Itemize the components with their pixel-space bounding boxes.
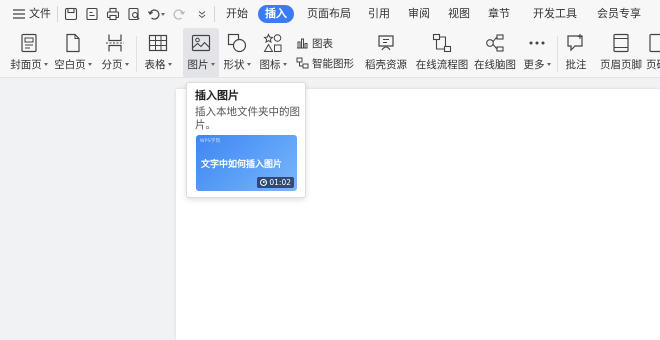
tab-home[interactable]: 开始 <box>226 5 248 23</box>
play-icon <box>260 179 268 186</box>
video-brand: WPS学院 <box>200 139 221 144</box>
icons-button[interactable]: 图标 <box>258 28 288 78</box>
shapes-button[interactable]: 形状 <box>222 28 252 78</box>
blank-page-button[interactable]: 空白页 <box>54 28 92 78</box>
page-number-button[interactable]: 页码 <box>646 28 660 78</box>
smart-art-button[interactable]: 智能图形 <box>295 55 354 71</box>
online-mindmap-label: 在线脑图 <box>474 59 516 71</box>
tooltip-description: 插入本地文件夹中的图片。 <box>195 106 300 131</box>
picture-icon <box>190 32 212 54</box>
picture-tooltip: 插入图片 插入本地文件夹中的图片。 WPS学院 文字中如何插入图片 01:02 <box>186 82 306 198</box>
picture-label: 图片 <box>187 59 209 71</box>
shapes-label: 形状 <box>223 59 245 71</box>
tab-insert[interactable]: 插入 <box>258 5 294 23</box>
tab-member-exclusive[interactable]: 会员专享 <box>597 5 641 23</box>
icons-label: 图标 <box>259 59 281 71</box>
docer-resources-button[interactable]: 稻壳资源 <box>363 28 409 78</box>
print-preview-icon[interactable] <box>125 5 143 23</box>
chart-icon <box>295 36 309 50</box>
header-footer-label: 页眉页脚 <box>600 59 642 71</box>
chart-button[interactable]: 图表 <box>295 35 333 51</box>
redo-icon[interactable] <box>170 5 188 23</box>
more-dots-icon <box>526 32 548 54</box>
tutorial-video-thumbnail[interactable]: WPS学院 文字中如何插入图片 01:02 <box>196 135 297 191</box>
video-duration: 01:02 <box>269 178 291 187</box>
tab-chapter[interactable]: 章节 <box>488 5 510 23</box>
table-button[interactable]: 表格 <box>143 28 173 78</box>
docer-resources-icon <box>375 32 397 54</box>
more-button[interactable]: 更多 <box>522 28 552 78</box>
file-menu[interactable]: 文件 <box>29 5 51 23</box>
comment-button[interactable]: 批注 <box>563 28 589 78</box>
smart-art-label: 智能图形 <box>312 57 354 70</box>
tab-review[interactable]: 审阅 <box>408 5 430 23</box>
menu-divider <box>214 6 215 22</box>
comment-icon <box>565 32 587 54</box>
tab-view[interactable]: 视图 <box>448 5 470 23</box>
docer-resources-label: 稻壳资源 <box>365 59 407 71</box>
hamburger-menu-icon[interactable] <box>10 5 28 23</box>
ribbon-divider <box>136 36 137 72</box>
blank-page-label: 空白页 <box>54 59 86 71</box>
page-break-button[interactable]: 分页 <box>100 28 130 78</box>
blank-page-icon <box>62 32 84 54</box>
tab-developer-tools[interactable]: 开发工具 <box>533 5 577 23</box>
header-footer-icon <box>610 32 632 54</box>
document-workspace <box>0 79 660 340</box>
shapes-icon <box>226 32 248 54</box>
cover-page-icon <box>18 32 40 54</box>
online-mindmap-button[interactable]: 在线脑图 <box>474 28 516 78</box>
chart-label: 图表 <box>312 37 333 50</box>
more-label: 更多 <box>523 59 545 71</box>
menu-divider <box>57 6 58 22</box>
undo-dropdown-icon[interactable] <box>158 5 166 23</box>
table-icon <box>147 32 169 54</box>
picture-button[interactable]: 图片 <box>183 28 219 78</box>
smart-art-icon <box>295 56 309 70</box>
ribbon-divider <box>557 36 558 72</box>
page-number-icon <box>646 32 660 54</box>
header-footer-button[interactable]: 页眉页脚 <box>600 28 642 78</box>
tooltip-title: 插入图片 <box>195 89 239 102</box>
insert-ribbon: 封面页 空白页 分页 表格 图片 形状 图标 图表 智能图形 稻壳资源 在线流程… <box>0 28 660 78</box>
save-icon[interactable] <box>62 5 80 23</box>
print-icon[interactable] <box>104 5 122 23</box>
cover-page-button[interactable]: 封面页 <box>10 28 48 78</box>
comment-label: 批注 <box>565 59 587 71</box>
icons-library-icon <box>262 32 284 54</box>
page-break-label: 分页 <box>101 59 123 71</box>
tab-page-layout[interactable]: 页面布局 <box>307 5 351 23</box>
export-pdf-icon[interactable] <box>83 5 101 23</box>
page-break-icon <box>104 32 126 54</box>
flowchart-icon <box>431 32 453 54</box>
page-number-label: 页码 <box>646 59 660 71</box>
tab-references[interactable]: 引用 <box>368 5 390 23</box>
video-duration-badge: 01:02 <box>257 177 294 188</box>
video-title: 文字中如何插入图片 <box>201 160 283 170</box>
online-flowchart-label: 在线流程图 <box>415 59 469 71</box>
mindmap-icon <box>484 32 506 54</box>
menu-bar: 文件 开始 插入 页面布局 引用 审阅 视图 章节 开发工具 会员专享 <box>0 0 660 28</box>
cover-page-label: 封面页 <box>10 59 42 71</box>
online-flowchart-button[interactable]: 在线流程图 <box>415 28 469 78</box>
table-label: 表格 <box>144 59 166 71</box>
customize-toolbar-icon[interactable] <box>193 5 211 23</box>
